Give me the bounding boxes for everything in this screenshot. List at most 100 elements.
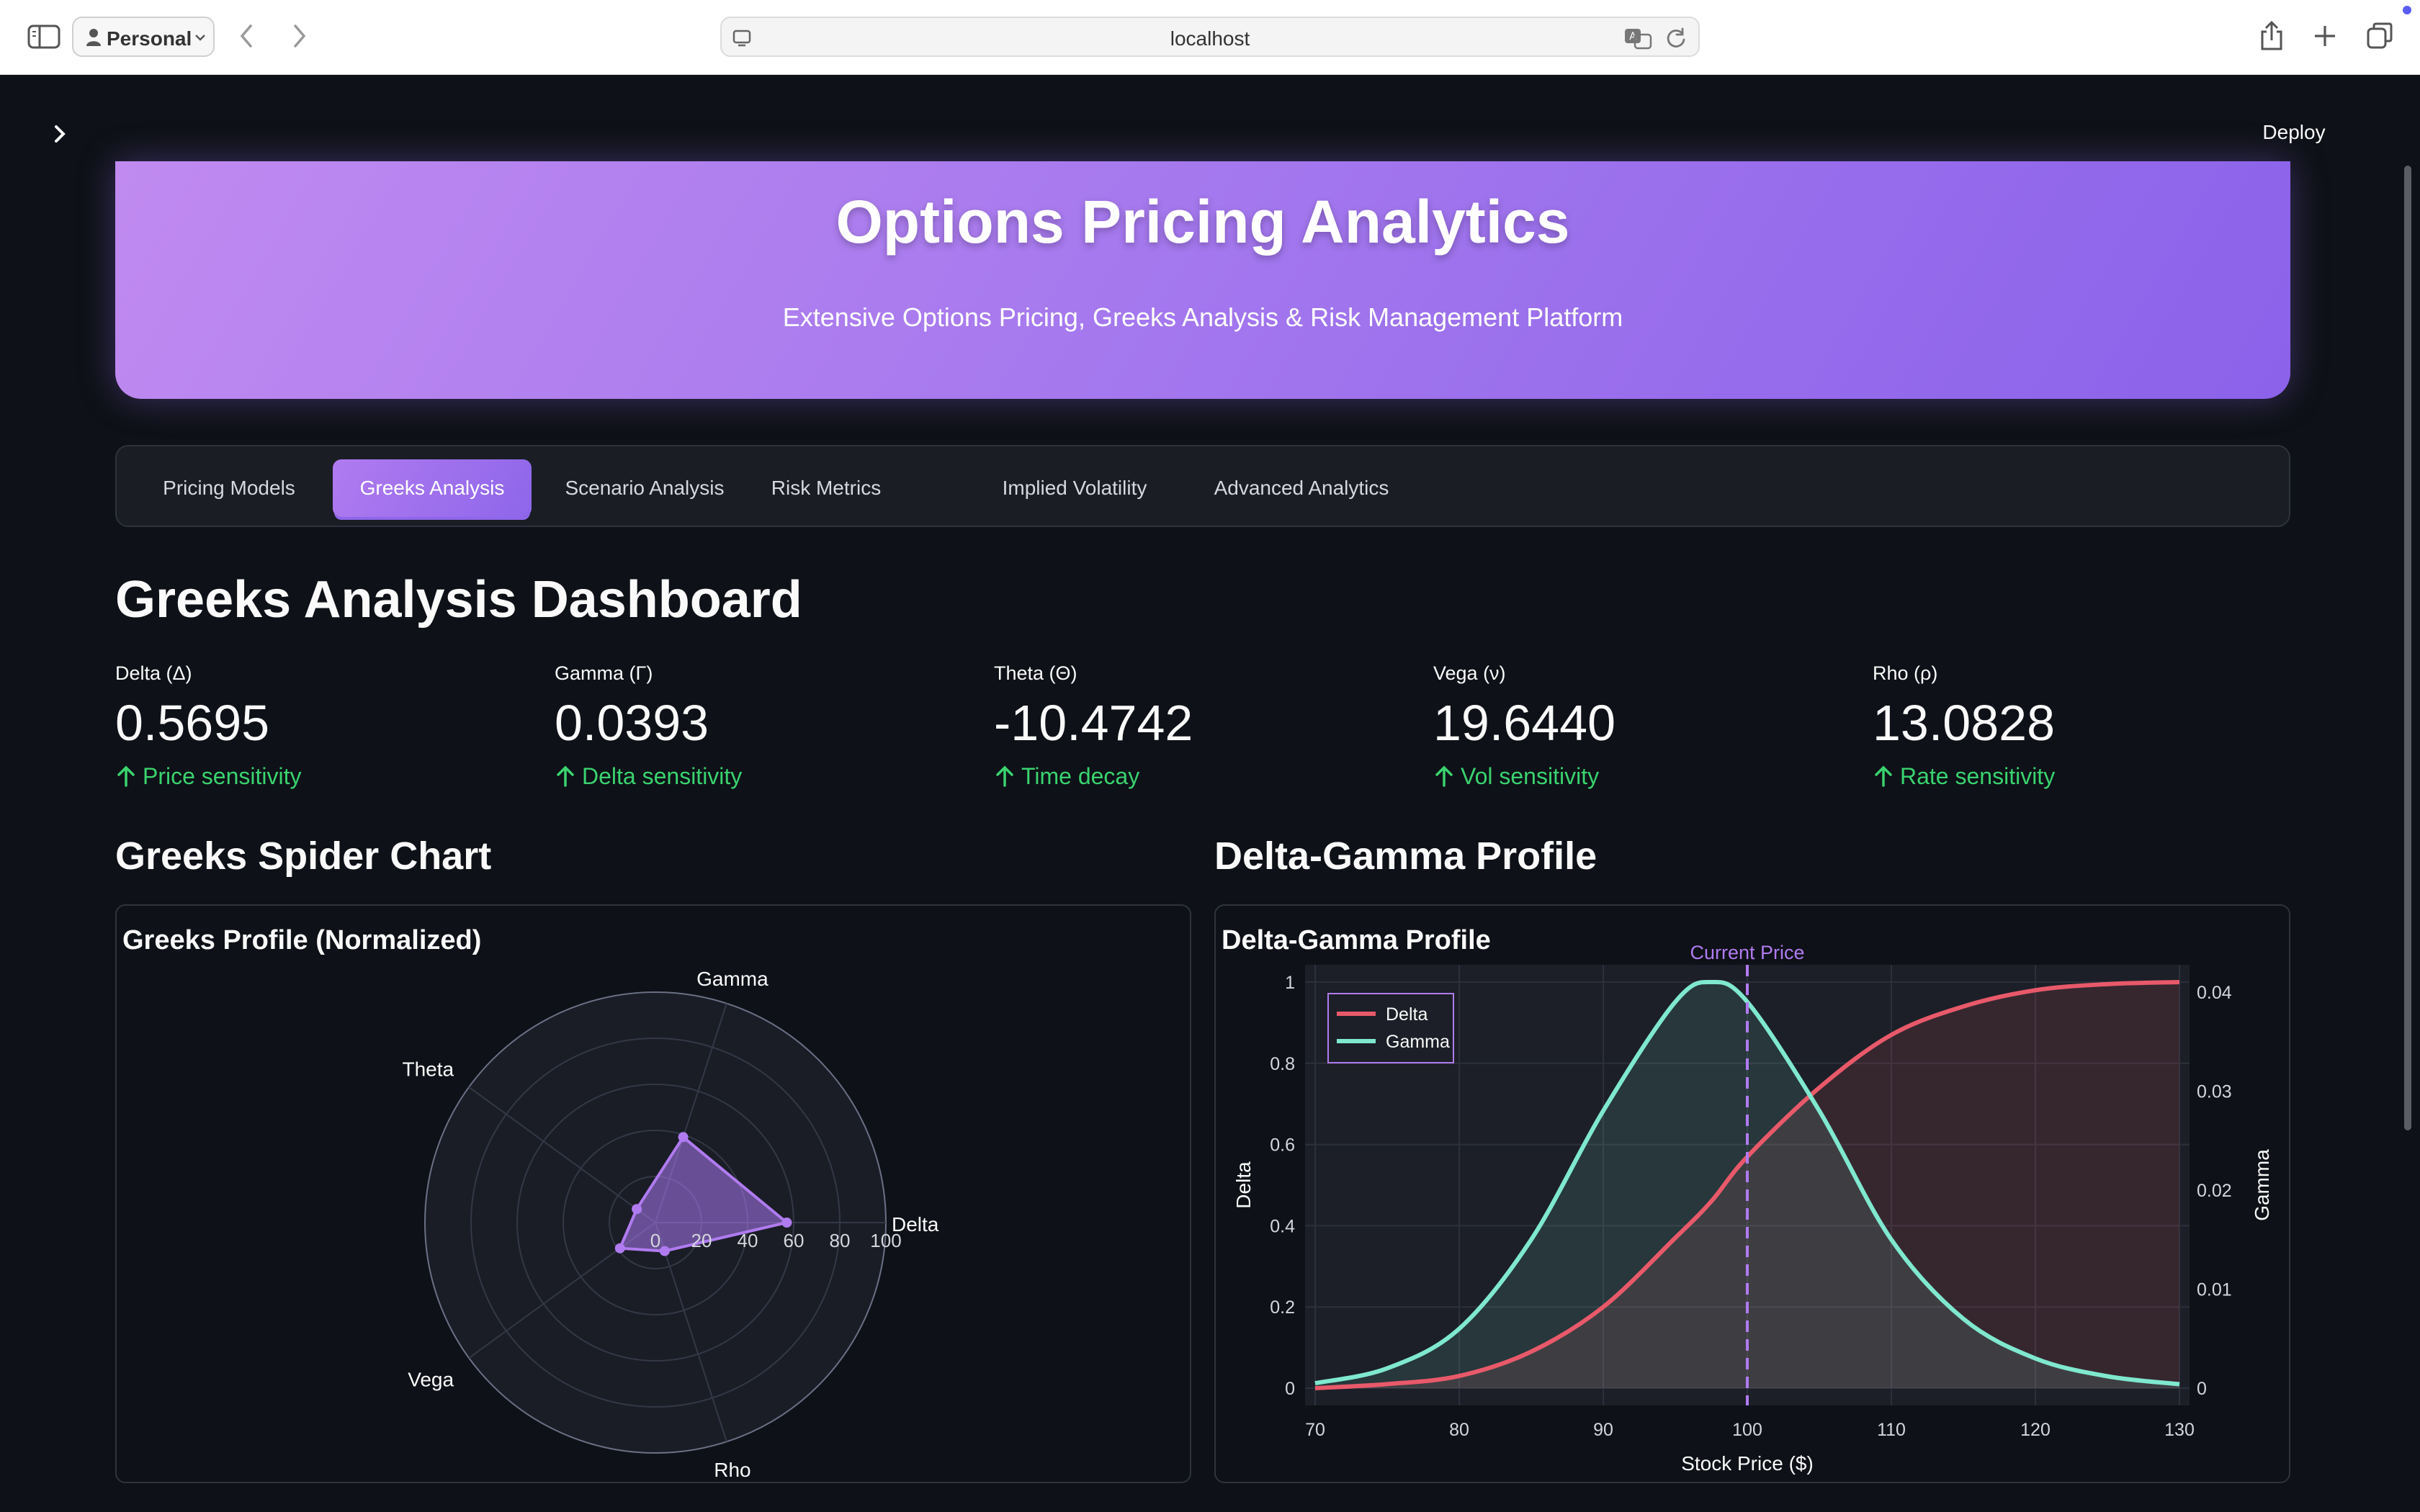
dashboard-title: Greeks Analysis Dashboard	[115, 571, 802, 629]
y-axis-label: Delta	[1232, 1161, 1255, 1209]
radar-chart[interactable]: Greeks Profile (Normalized)DeltaGammaThe…	[117, 906, 1191, 1483]
legend-label-delta: Delta	[1386, 1004, 1428, 1025]
forward-arrow-icon[interactable]	[287, 22, 311, 50]
x-tick-label: 130	[2164, 1420, 2195, 1440]
radar-axis-label: Gamma	[696, 968, 768, 990]
metric-delta-row: Delta sensitivity	[555, 763, 742, 792]
person-icon	[86, 29, 101, 46]
hero-title: Options Pricing Analytics	[835, 188, 1570, 256]
current-price-label: Current Price	[1690, 942, 1804, 963]
delta-gamma-chart-card: Delta-Gamma Profile Current Price 70 80 90 10…	[1214, 904, 2290, 1483]
x-tick-label: 120	[2020, 1420, 2051, 1440]
back-arrow-icon[interactable]	[235, 22, 259, 50]
metric-delta-row: Time decay	[994, 763, 1139, 792]
tab-scenario-analysis[interactable]: Scenario Analysis	[553, 459, 736, 517]
translate-icon[interactable]: A	[1623, 27, 1652, 50]
y2-tick-label: 0.01	[2197, 1279, 2232, 1300]
y-tick-label: 0.2	[1270, 1297, 1295, 1318]
metric-value: -10.4742	[994, 695, 1193, 751]
y2-tick-label: 0.03	[2197, 1081, 2232, 1102]
metric-delta-text: Rate sensitivity	[1900, 763, 2056, 789]
radar-tick-label: 80	[830, 1230, 851, 1251]
tab-implied-volatility[interactable]: Implied Volatility	[974, 459, 1175, 517]
deploy-button[interactable]: Deploy	[2247, 115, 2341, 150]
metric-label: Theta (Θ)	[994, 662, 1077, 684]
metric-gamma: Gamma (Γ) 0.0393 Delta sensitivity	[555, 662, 987, 799]
app-header: Deploy	[0, 75, 2420, 161]
arrow-up-icon	[1875, 765, 1892, 787]
radar-tick-label: 20	[691, 1230, 712, 1251]
chart-title: Greeks Profile (Normalized)	[122, 925, 481, 955]
metric-label: Rho (ρ)	[1873, 662, 1938, 684]
metric-delta-row: Price sensitivity	[115, 763, 302, 792]
metric-delta-text: Time decay	[1021, 763, 1140, 789]
metric-delta-text: Delta sensitivity	[582, 763, 743, 789]
expand-sidebar-icon[interactable]	[49, 121, 71, 147]
profile-section-title: Delta-Gamma Profile	[1214, 834, 1597, 878]
metric-delta-text: Vol sensitivity	[1461, 763, 1600, 789]
chevron-down-icon	[195, 35, 205, 41]
tab-bar: Pricing Models Greeks Analysis Scenario …	[115, 445, 2290, 527]
radar-point	[632, 1204, 642, 1215]
metric-delta: Delta (Δ) 0.5695 Price sensitivity	[115, 662, 547, 799]
metric-label: Delta (Δ)	[115, 662, 192, 684]
metric-label: Gamma (Γ)	[555, 662, 653, 684]
radar-tick-label: 40	[738, 1230, 758, 1251]
x-axis-label: Stock Price ($)	[1681, 1452, 1814, 1475]
tab-risk-metrics[interactable]: Risk Metrics	[758, 459, 895, 517]
radar-point	[659, 1246, 670, 1256]
metric-delta-row: Vol sensitivity	[1433, 763, 1599, 792]
x-tick-label: 110	[1877, 1420, 1906, 1440]
spider-section-title: Greeks Spider Chart	[115, 834, 492, 878]
x-tick-label: 80	[1449, 1420, 1469, 1440]
metric-rho: Rho (ρ) 13.0828 Rate sensitivity	[1873, 662, 2305, 799]
sidebar-toggle-icon[interactable]	[27, 24, 60, 49]
profile-button[interactable]: Personal	[72, 17, 215, 57]
x-tick-label: 90	[1593, 1420, 1613, 1440]
tab-overview-icon[interactable]	[2365, 22, 2394, 50]
reload-icon[interactable]	[1665, 27, 1687, 50]
metric-value: 19.6440	[1433, 695, 1616, 751]
x-tick-label: 100	[1732, 1420, 1762, 1440]
arrow-up-icon	[557, 765, 574, 787]
y2-tick-label: 0.04	[2197, 983, 2232, 1003]
radar-axis-label: Vega	[408, 1368, 454, 1390]
legend-label-gamma: Gamma	[1386, 1032, 1450, 1052]
url-text: localhost	[1170, 27, 1250, 50]
radar-axis-label: Rho	[714, 1459, 750, 1481]
tab-pricing-models[interactable]: Pricing Models	[147, 459, 311, 517]
radar-point	[678, 1132, 689, 1143]
address-bar[interactable]: localhost A	[720, 17, 1700, 57]
metric-value: 0.0393	[555, 695, 709, 751]
arrow-up-icon	[117, 765, 135, 787]
metric-vega: Vega (ν) 19.6440 Vol sensitivity	[1433, 662, 1865, 799]
spider-chart-card: Greeks Profile (Normalized) Delta Gamma The…	[115, 904, 1191, 1483]
delta-gamma-chart[interactable]: Delta-Gamma Profile Current Price70 80 90 10…	[1216, 906, 2290, 1483]
share-icon[interactable]	[2257, 20, 2286, 52]
radar-tick-label: 0	[650, 1230, 660, 1251]
page-scrollbar[interactable]	[2404, 166, 2411, 1130]
radar-point	[614, 1243, 625, 1254]
y-tick-label: 1	[1285, 973, 1295, 993]
y2-tick-label: 0	[2197, 1379, 2207, 1399]
chart-title: Delta-Gamma Profile	[1222, 925, 1491, 955]
radar-point	[781, 1218, 792, 1228]
arrow-up-icon	[996, 765, 1013, 787]
metric-delta-text: Price sensitivity	[143, 763, 302, 789]
tab-greeks-analysis[interactable]: Greeks Analysis	[333, 459, 532, 517]
y2-axis-label: Gamma	[2251, 1149, 2273, 1221]
y-tick-label: 0.6	[1270, 1135, 1295, 1156]
metric-value: 0.5695	[115, 695, 270, 751]
y-tick-label: 0	[1285, 1379, 1295, 1399]
radar-axis-label: Theta	[402, 1058, 454, 1081]
new-tab-icon[interactable]	[2311, 22, 2339, 50]
metric-value: 13.0828	[1873, 695, 2056, 751]
x-tick-label: 70	[1305, 1420, 1325, 1440]
radar-tick-label: 100	[870, 1230, 901, 1251]
hero-subtitle: Extensive Options Pricing, Greeks Analys…	[782, 302, 1623, 332]
arrow-up-icon	[1435, 765, 1453, 787]
radar-tick-label: 60	[784, 1230, 805, 1251]
tab-advanced-analytics[interactable]: Advanced Analytics	[1197, 459, 1406, 517]
y-tick-label: 0.8	[1270, 1054, 1295, 1074]
hero-banner: Options Pricing Analytics Extensive Opti…	[115, 161, 2290, 399]
